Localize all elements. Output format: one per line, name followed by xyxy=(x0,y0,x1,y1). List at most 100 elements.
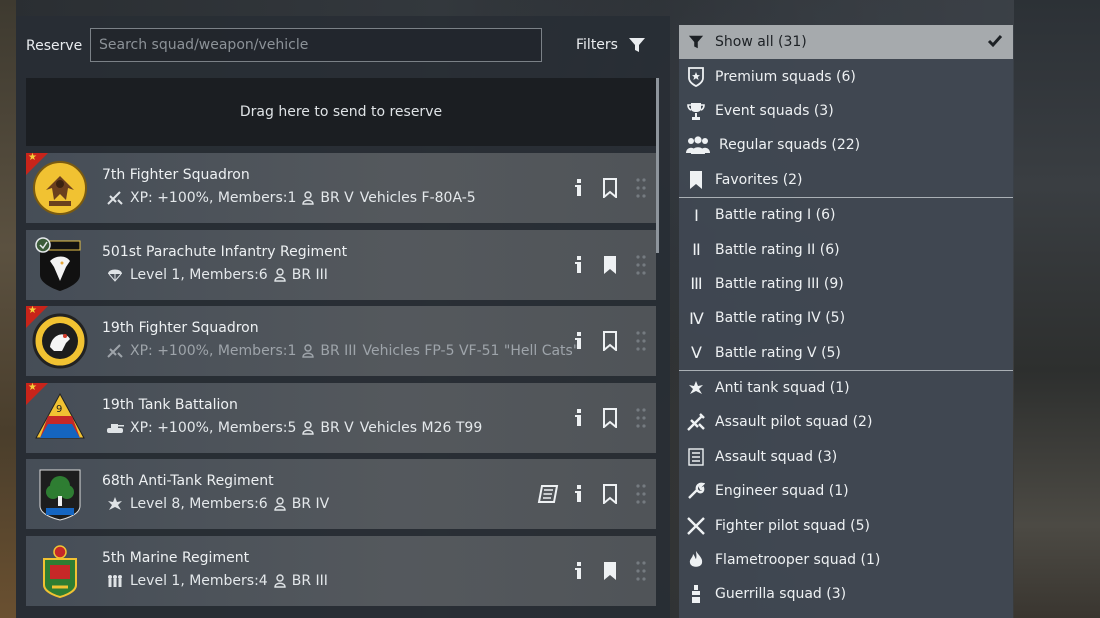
bookmark-button[interactable] xyxy=(594,173,625,203)
bookmark-button[interactable] xyxy=(594,556,625,586)
squad-stats: Level 8, Members:6 xyxy=(130,496,268,512)
search-input[interactable] xyxy=(90,28,542,62)
squad-info: XP: +100%, Members:5 BR V Vehicles M26 T… xyxy=(106,420,482,436)
info-button[interactable] xyxy=(563,250,594,280)
drop-zone-text: Drag here to send to reserve xyxy=(239,104,443,120)
row-actions xyxy=(563,306,656,376)
filter-event[interactable]: Event squads (3) xyxy=(679,94,1013,128)
drag-handle-icon[interactable] xyxy=(625,326,656,356)
info-button[interactable] xyxy=(563,173,594,203)
filter-favorites[interactable]: Favorites (2) xyxy=(679,163,1013,197)
members-person-icon xyxy=(274,497,286,511)
filter-label: Show all (31) xyxy=(715,34,807,51)
drag-handle-icon[interactable] xyxy=(625,479,656,509)
squad-row[interactable]: ★ 19th Fighter Squadron XP: +100%, Membe… xyxy=(26,305,656,376)
filter-flametrooper[interactable]: Flametrooper squad (1) xyxy=(679,543,1013,577)
squad-name: 501st Parachute Infantry Regiment xyxy=(102,243,348,260)
drag-handle-icon[interactable] xyxy=(625,173,656,203)
bookmark-button[interactable] xyxy=(594,250,625,280)
filter-label: Guerrilla squad (3) xyxy=(715,586,847,603)
squad-emblem-icon xyxy=(43,544,77,598)
filter-label: Battle rating I (6) xyxy=(715,207,836,224)
filter-regular[interactable]: Regular squads (22) xyxy=(679,128,1013,162)
molotov-icon xyxy=(692,585,700,604)
squad-br: BR III xyxy=(291,572,328,589)
reserve-drop-zone[interactable]: Drag here to send to reserve xyxy=(26,78,656,146)
info-button[interactable] xyxy=(563,326,594,356)
wrench-icon xyxy=(688,482,705,500)
info-button[interactable] xyxy=(563,479,594,509)
squad-row[interactable]: ★ 7th Fighter Squadron XP: +100%, Member… xyxy=(26,152,656,223)
reserve-panel: Reserve Filters Drag here to send to res… xyxy=(16,16,670,618)
filter-assault[interactable]: Assault squad (3) xyxy=(679,440,1013,474)
info-icon xyxy=(574,408,581,426)
filter-label: Flametrooper squad (1) xyxy=(715,552,881,569)
filter-label: Favorites (2) xyxy=(715,171,803,188)
filter-fighter-pilot[interactable]: Fighter pilot squad (5) xyxy=(679,508,1013,542)
info-button[interactable] xyxy=(563,403,594,433)
filter-br-5[interactable]: V Battle rating V (5) xyxy=(679,336,1013,370)
squad-emblem-icon xyxy=(32,313,88,369)
squad-row[interactable]: 68th Anti-Tank Regiment Level 8, Members… xyxy=(26,459,656,529)
anti-tank-icon xyxy=(108,497,122,510)
row-actions xyxy=(563,153,656,223)
squad-name: 7th Fighter Squadron xyxy=(102,167,250,183)
roman-numeral-1-icon: I xyxy=(694,205,699,225)
filter-br-3[interactable]: III Battle rating III (9) xyxy=(679,267,1013,301)
scrollbar[interactable] xyxy=(656,78,659,253)
filter-br-1[interactable]: I Battle rating I (6) xyxy=(679,198,1013,232)
manual-button[interactable] xyxy=(532,479,563,509)
bookmark-button[interactable] xyxy=(594,326,625,356)
filters-button[interactable]: Filters xyxy=(576,28,646,62)
filter-label: Anti tank squad (1) xyxy=(715,380,850,397)
squad-name: 68th Anti-Tank Regiment xyxy=(102,473,274,489)
squad-row[interactable]: 501st Parachute Infantry Regiment Level … xyxy=(26,229,656,300)
filter-premium[interactable]: Premium squads (6) xyxy=(679,59,1013,93)
squad-emblem-icon: 9 xyxy=(35,392,85,438)
members-person-icon xyxy=(274,267,286,282)
checkmark-icon xyxy=(987,35,1003,48)
drag-handle-icon[interactable] xyxy=(625,403,656,433)
filter-anti-tank[interactable]: Anti tank squad (1) xyxy=(679,371,1013,405)
filter-engineer[interactable]: Engineer squad (1) xyxy=(679,474,1013,508)
squad-name: 19th Fighter Squadron xyxy=(102,320,259,336)
squad-br: BR III xyxy=(320,343,357,359)
members-person-icon xyxy=(302,191,315,205)
squad-br: BR V xyxy=(320,190,354,206)
squad-name: 19th Tank Battalion xyxy=(102,396,238,413)
squad-emblem-icon xyxy=(33,161,87,215)
filter-label: Battle rating IV (5) xyxy=(715,310,846,327)
info-icon xyxy=(574,561,581,579)
members-person-icon xyxy=(274,573,286,588)
drag-handle-icon[interactable] xyxy=(625,556,656,586)
background-scenery-right xyxy=(1014,0,1100,618)
filter-show-all[interactable]: Show all (31) xyxy=(679,25,1013,60)
drag-handle-icon[interactable] xyxy=(625,250,656,280)
members-person-icon xyxy=(302,420,315,435)
filter-br-4[interactable]: IV Battle rating IV (5) xyxy=(679,301,1013,335)
filters-label: Filters xyxy=(576,37,618,53)
bookmark-button[interactable] xyxy=(594,479,625,509)
info-button[interactable] xyxy=(563,556,594,586)
squad-row[interactable]: 5th Marine Regiment Level 1, Members:4 B… xyxy=(26,535,656,606)
squad-emblem-icon xyxy=(35,236,81,291)
squad-br: BR IV xyxy=(291,496,330,512)
premium-shield-icon xyxy=(688,66,704,87)
filter-label: Event squads (3) xyxy=(715,102,834,119)
ammo-list-icon xyxy=(688,448,704,466)
info-icon xyxy=(574,332,581,349)
bookmark-button[interactable] xyxy=(594,403,625,433)
filter-funnel-icon xyxy=(688,35,704,49)
svg-text:9: 9 xyxy=(56,404,62,415)
filter-funnel-icon xyxy=(628,38,645,52)
info-icon xyxy=(574,179,581,196)
filter-assault-pilot[interactable]: Assault pilot squad (2) xyxy=(679,405,1013,439)
filter-label: Assault squad (3) xyxy=(715,448,838,465)
fighter-pilot-icon xyxy=(107,344,123,358)
filter-guerrilla[interactable]: Guerrilla squad (3) xyxy=(679,577,1013,611)
filter-br-2[interactable]: II Battle rating II (6) xyxy=(679,232,1013,266)
bookmark-outline-icon xyxy=(602,178,617,198)
bookmark-outline-icon xyxy=(602,407,617,428)
squad-row[interactable]: ★ 9 19th Tank Battalion XP: +100%, Membe… xyxy=(26,382,656,453)
flame-icon xyxy=(689,551,703,567)
